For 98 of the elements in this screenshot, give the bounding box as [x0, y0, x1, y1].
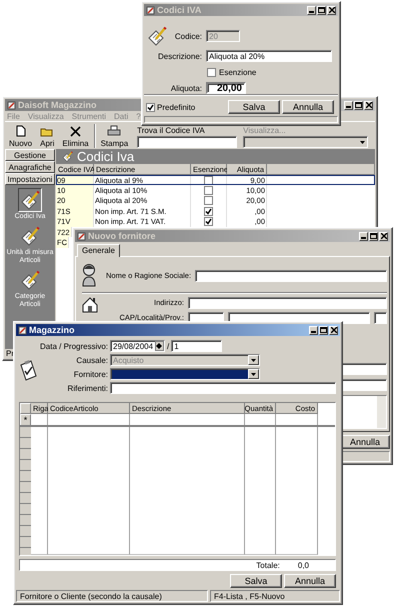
dropdown-arrow-icon — [360, 140, 366, 144]
window-title: Daisoft Magazzino — [18, 100, 97, 110]
pencil-icon — [20, 270, 40, 290]
status-text: Pr — [6, 349, 14, 358]
window-icon — [146, 6, 155, 14]
house-icon — [82, 296, 98, 313]
field-label: Data / Progressivo: — [40, 342, 108, 350]
close-button[interactable] — [327, 6, 336, 14]
minimize-button[interactable] — [359, 232, 368, 240]
close-icon — [366, 102, 372, 108]
input-field[interactable] — [195, 270, 387, 282]
checkbox[interactable] — [204, 176, 213, 185]
maximize-icon — [320, 327, 327, 333]
close-icon — [330, 327, 336, 333]
window-title: Magazzino — [29, 325, 75, 335]
checkbox[interactable] — [146, 102, 155, 112]
close-button[interactable] — [379, 232, 388, 240]
input-field[interactable]: 1 — [171, 340, 222, 352]
total-label: Totale: — [256, 560, 280, 570]
pencil-icon — [20, 190, 40, 210]
field-label: Fornitore: — [72, 370, 108, 378]
window-icon — [77, 232, 86, 240]
status-panel: Fornitore o Cliente (secondo la causale) — [16, 590, 208, 602]
checkbox-label: Esenzione — [219, 68, 256, 76]
input-field[interactable] — [110, 382, 336, 394]
dialog-button[interactable]: Salva — [228, 100, 280, 114]
tab[interactable]: Generale — [77, 244, 120, 257]
sidebar-item[interactable] — [18, 188, 42, 212]
checkbox[interactable] — [204, 186, 213, 196]
field-label: Visualizza... — [243, 126, 287, 135]
toolbar-button[interactable]: Stampa — [98, 125, 132, 148]
x-icon — [70, 126, 81, 137]
field-label: Aliquota: — [170, 84, 202, 92]
dropdown[interactable] — [110, 368, 260, 380]
checkbox[interactable] — [204, 196, 213, 206]
minimize-button[interactable] — [344, 100, 353, 110]
close-icon — [380, 233, 386, 239]
input-field[interactable]: Aliquota al 20% — [206, 50, 332, 62]
sidebar-tab[interactable]: Gestione — [5, 149, 55, 161]
window-icon — [18, 326, 27, 334]
folder-icon — [40, 126, 54, 137]
down-arrow-icon — [156, 346, 163, 350]
dropdown-arrow-icon — [251, 372, 256, 376]
pencil-icon — [147, 26, 167, 46]
field-label: Descrizione: — [156, 52, 202, 60]
status-panel: F4-Lista , F5-Nuovo — [210, 590, 340, 602]
maximize-button[interactable] — [319, 326, 328, 334]
dialog-button[interactable]: Salva — [230, 574, 282, 588]
toolbar-button[interactable]: Elimina — [59, 126, 92, 148]
spinner[interactable] — [155, 341, 164, 351]
dropdown[interactable] — [243, 136, 368, 148]
maximize-icon — [318, 7, 325, 13]
field-label: Trova il Codice IVA — [137, 126, 206, 135]
dialog-button[interactable]: Annulla — [282, 100, 334, 114]
sidebar-tab[interactable]: Anagrafiche — [5, 161, 55, 173]
field-label: Causale: — [75, 356, 108, 364]
window-icon — [7, 100, 16, 110]
checkbox[interactable] — [207, 68, 216, 76]
pencil-icon — [20, 226, 40, 246]
separator-text: / — [167, 342, 170, 350]
date-field[interactable]: 29/08/2004 — [110, 340, 165, 352]
field-label: Riferimenti: — [66, 384, 108, 392]
up-arrow-icon — [156, 342, 163, 346]
clipboard-icon — [18, 360, 38, 382]
window-title: Nuovo fornitore — [88, 231, 156, 241]
checkbox-label: Predefinito — [157, 102, 196, 112]
dropdown-arrow-icon — [251, 358, 256, 362]
input-field[interactable] — [374, 312, 387, 324]
field-label: Codice: — [174, 32, 202, 40]
close-button[interactable] — [364, 100, 373, 110]
page-icon — [16, 125, 26, 137]
maximize-button[interactable] — [317, 6, 326, 14]
minimize-button[interactable] — [309, 326, 318, 334]
scrollbar[interactable] — [377, 396, 386, 428]
toolbar-button[interactable]: Nuovo — [6, 125, 36, 148]
person-icon — [82, 262, 96, 287]
sidebar-tab[interactable]: Impostazioni — [5, 173, 55, 185]
maximize-icon — [355, 102, 362, 108]
check-icon — [147, 104, 154, 110]
input-field[interactable]: 20,00 — [206, 82, 246, 94]
window-title: Codici IVA — [157, 5, 202, 15]
total-value: 0,0 — [298, 560, 309, 570]
printer-icon — [107, 125, 122, 137]
checkbox[interactable] — [204, 217, 213, 226]
close-button[interactable] — [329, 326, 338, 334]
section-title: Codici Iva — [77, 149, 134, 164]
maximize-button[interactable] — [354, 100, 363, 110]
minimize-button[interactable] — [307, 6, 316, 14]
dialog-button[interactable]: Annulla — [284, 574, 336, 588]
search-field[interactable] — [137, 136, 238, 148]
input-field[interactable] — [188, 296, 387, 309]
toolbar-button[interactable]: Apri — [37, 126, 58, 148]
checkbox[interactable] — [204, 206, 213, 216]
maximize-icon — [370, 233, 377, 239]
maximize-button[interactable] — [369, 232, 378, 240]
close-icon — [328, 7, 334, 13]
row-marker: * — [20, 414, 31, 426]
dialog-button[interactable]: Annulla — [340, 434, 390, 449]
